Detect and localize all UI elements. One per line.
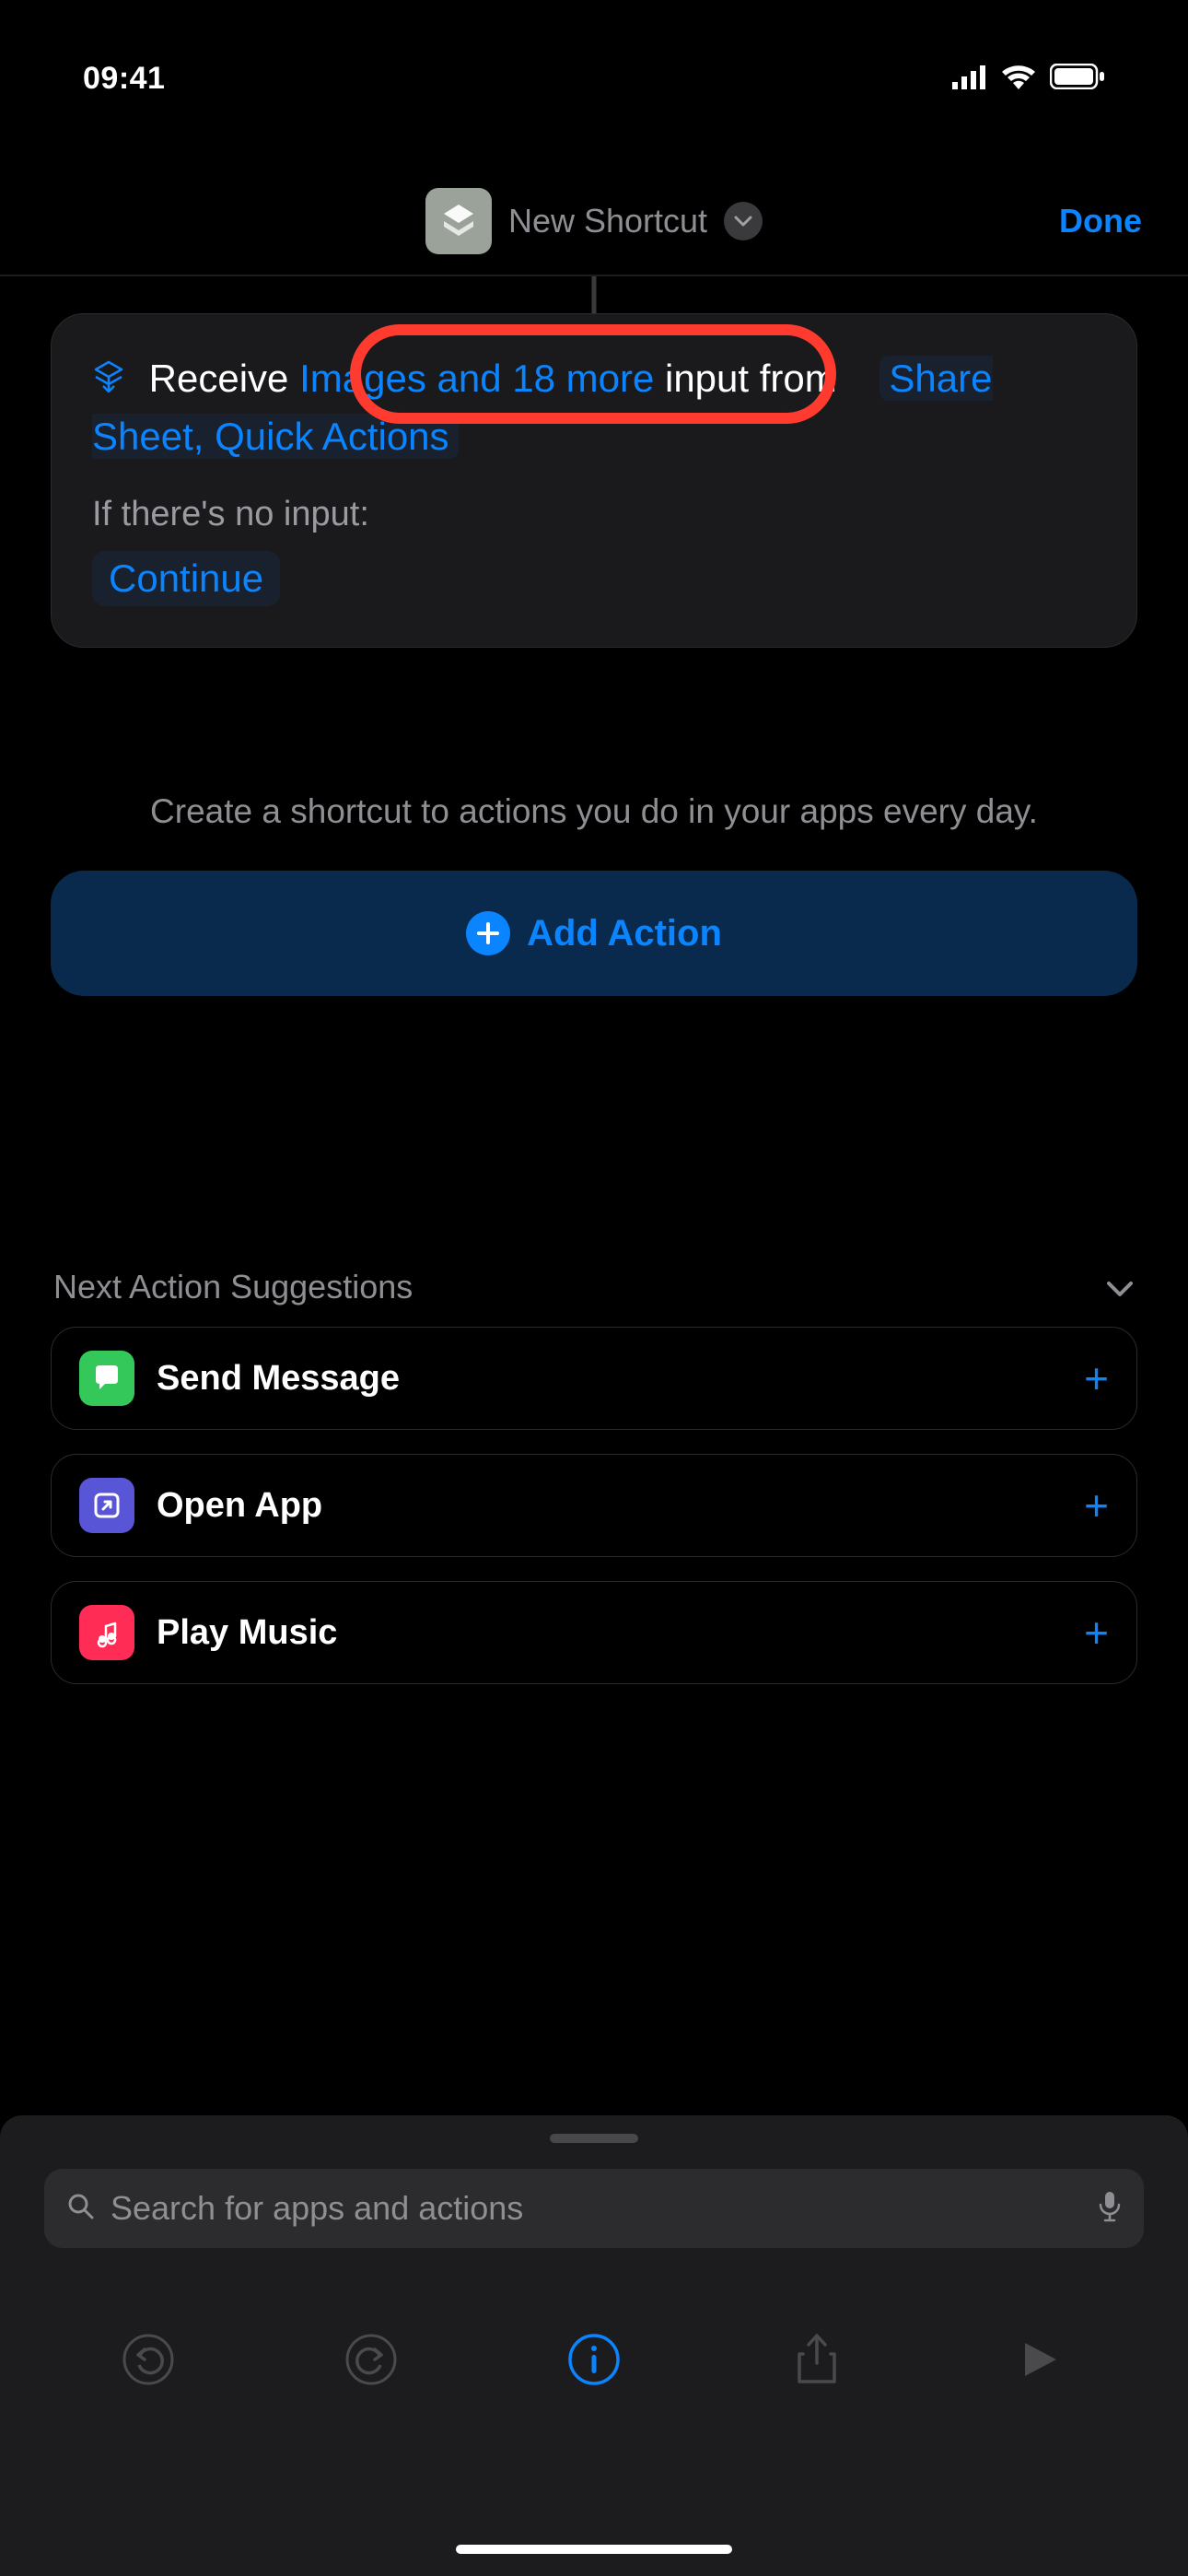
nav-header: New Shortcut Done — [0, 180, 1188, 263]
plus-circle-icon — [466, 911, 510, 955]
input-label: input — [665, 357, 749, 400]
no-input-label: If there's no input: — [92, 495, 1096, 534]
receive-label: Receive — [149, 357, 289, 400]
search-icon — [66, 2192, 96, 2226]
bottom-toolbar — [0, 2300, 1188, 2419]
messages-app-icon — [79, 1351, 134, 1406]
suggestions-title: Next Action Suggestions — [53, 1268, 413, 1306]
run-button[interactable] — [1003, 2323, 1077, 2396]
input-config-card: Receive Images and 18 more input from Sh… — [51, 313, 1137, 648]
wifi-icon — [1000, 59, 1037, 98]
suggestions-list: Send Message + Open App + Play Music + — [51, 1327, 1137, 1684]
plus-icon[interactable]: + — [1084, 1608, 1109, 1657]
suggestions-header[interactable]: Next Action Suggestions — [53, 1268, 1135, 1306]
chevron-down-icon — [1105, 1268, 1135, 1306]
redo-button[interactable] — [334, 2323, 408, 2396]
info-button[interactable] — [557, 2323, 631, 2396]
search-placeholder: Search for apps and actions — [111, 2189, 1083, 2228]
battery-icon — [1050, 59, 1105, 98]
undo-button[interactable] — [111, 2323, 185, 2396]
chevron-down-icon[interactable] — [724, 202, 763, 240]
status-time: 09:41 — [83, 61, 165, 97]
suggestion-send-message[interactable]: Send Message + — [51, 1327, 1137, 1430]
music-app-icon — [79, 1605, 134, 1660]
no-input-fallback-token[interactable]: Continue — [92, 551, 280, 606]
plus-icon[interactable]: + — [1084, 1353, 1109, 1403]
cellular-icon — [952, 59, 987, 98]
input-types-token[interactable]: Images and 18 more — [299, 357, 654, 400]
suggestion-open-app[interactable]: Open App + — [51, 1454, 1137, 1557]
home-indicator[interactable] — [456, 2545, 732, 2554]
page-title: New Shortcut — [508, 202, 707, 240]
share-button[interactable] — [780, 2323, 854, 2396]
from-label: from — [760, 357, 837, 400]
bottom-panel: Search for apps and actions — [0, 2115, 1188, 2576]
suggestion-play-music[interactable]: Play Music + — [51, 1581, 1137, 1684]
connector-line — [592, 276, 597, 313]
open-app-icon — [79, 1478, 134, 1533]
input-icon — [92, 353, 125, 409]
plus-icon[interactable]: + — [1084, 1481, 1109, 1530]
helper-text: Create a shortcut to actions you do in y… — [46, 792, 1142, 831]
suggestion-label: Open App — [157, 1486, 1062, 1526]
done-button[interactable]: Done — [1059, 180, 1142, 263]
add-action-button[interactable]: Add Action — [51, 871, 1137, 996]
panel-grabber[interactable] — [550, 2134, 638, 2143]
shortcut-app-icon — [425, 188, 492, 254]
mic-icon[interactable] — [1098, 2190, 1122, 2228]
search-input[interactable]: Search for apps and actions — [44, 2169, 1144, 2248]
nav-title[interactable]: New Shortcut — [425, 188, 763, 254]
suggestion-label: Send Message — [157, 1359, 1062, 1399]
suggestion-label: Play Music — [157, 1613, 1062, 1653]
add-action-label: Add Action — [527, 913, 722, 954]
status-bar: 09:41 — [0, 0, 1188, 157]
status-indicators — [952, 59, 1105, 98]
